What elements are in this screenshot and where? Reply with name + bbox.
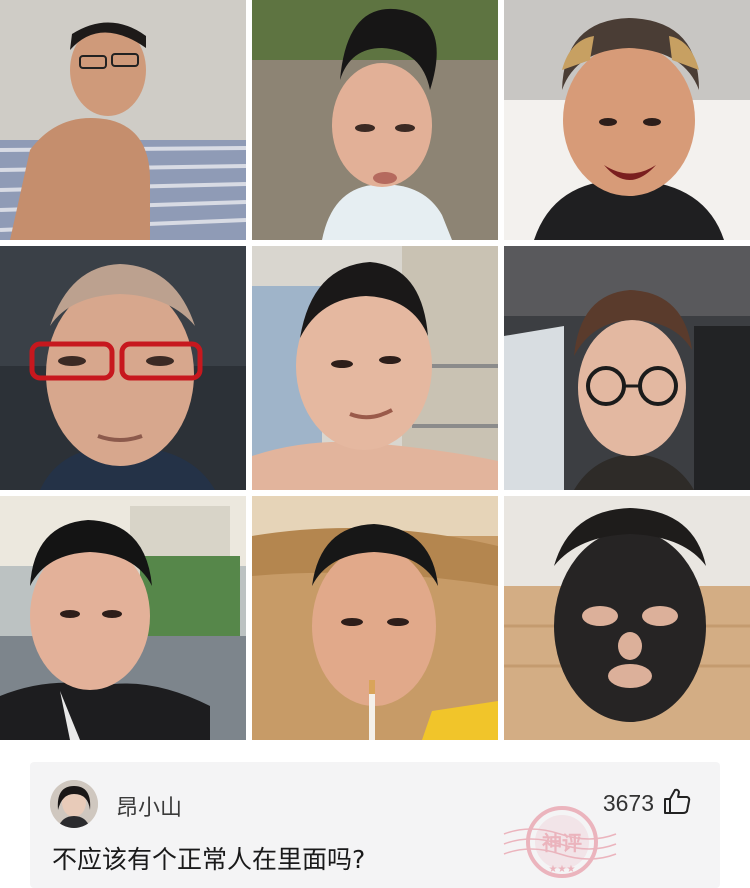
photo-8[interactable] [252, 496, 498, 740]
avatar[interactable] [50, 780, 98, 828]
photo-5[interactable] [252, 246, 498, 490]
thumbs-up-icon[interactable] [662, 786, 692, 816]
photo-3[interactable] [504, 0, 750, 240]
photo-4[interactable] [0, 246, 246, 490]
comment-card: 昂小山 3673 不应该有个正常人在里面吗? 神评 ★★★ [30, 762, 720, 888]
svg-text:神评: 神评 [542, 831, 582, 855]
svg-text:★★★: ★★★ [549, 864, 576, 875]
photo-9[interactable] [504, 496, 750, 740]
comment-text: 不应该有个正常人在里面吗? [52, 845, 366, 874]
stamp-icon: 神评 ★★★ [500, 800, 620, 888]
photo-7[interactable] [0, 496, 246, 740]
username[interactable]: 昂小山 [116, 790, 182, 822]
photo-6[interactable] [504, 246, 750, 490]
photo-grid [0, 0, 750, 742]
photo-1[interactable] [0, 0, 246, 240]
photo-2[interactable] [252, 0, 498, 240]
